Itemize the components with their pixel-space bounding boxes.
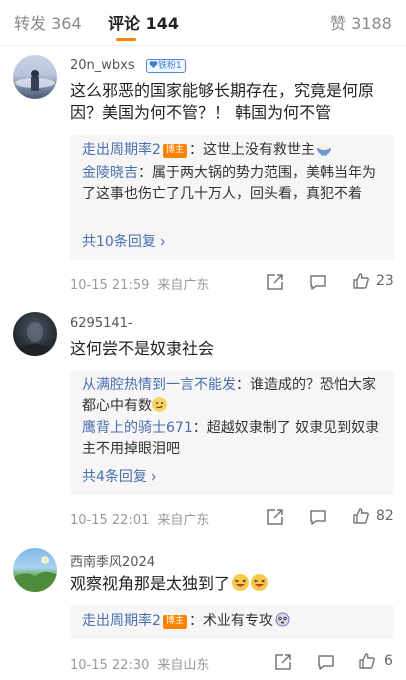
comment-username[interactable]: 西南季风2024 <box>70 551 155 570</box>
tab-likes-label: 赞 <box>330 14 347 33</box>
fan-badge: 铁粉1 <box>146 59 186 73</box>
tab-comments[interactable]: 评论 144 <box>108 10 179 34</box>
more-replies-link[interactable]: 共4条回复 › <box>82 466 157 486</box>
comment-location: 来自山东 <box>157 658 210 673</box>
comment-time: 10-15 22:30 <box>70 658 150 673</box>
laughing-emoji-icon <box>232 574 250 591</box>
reply-text: ：术业有专攻 <box>188 613 273 629</box>
rice-bowl-icon <box>316 144 331 156</box>
reply-item[interactable]: 金陵晓吉：属于两大锅的势力范围，美韩当年为了这事也伤亡了几十万人，回头看，真犯不… <box>82 163 388 205</box>
avatar[interactable] <box>13 55 57 99</box>
reply-box[interactable]: 走出周期率2 博主 ：术业有专攻 <box>70 605 394 639</box>
comment-icon[interactable] <box>317 653 335 671</box>
avatar[interactable] <box>13 312 57 356</box>
heart-icon <box>149 61 158 68</box>
active-tab-indicator <box>116 38 136 41</box>
reply-author[interactable]: 鹰背上的骑士671 <box>82 420 193 436</box>
chevron-right-icon: › <box>150 467 157 487</box>
comment-time: 10-15 22:01 <box>70 513 150 528</box>
tab-likes-count: 3188 <box>351 14 392 33</box>
comment-text: 这么邪恶的国家能够长期存在，究竟是何原因？美国为何不管？！ 韩国为何不管 <box>70 81 375 122</box>
comment-meta: 10-15 22:01 来自广东 <box>70 509 209 528</box>
avatar[interactable] <box>13 548 57 592</box>
reply-item[interactable]: 走出周期率2 博主 ：术业有专攻 <box>82 611 388 632</box>
smirk-emoji-icon <box>152 397 167 412</box>
comment-icon[interactable] <box>309 273 327 291</box>
reply-item[interactable]: 鹰背上的骑士671：超越奴隶制了 奴隶见到奴隶主不用掉眼泪吧 <box>82 418 388 460</box>
chevron-right-icon: › <box>159 232 166 252</box>
comment-text-body: 观察视角那是太独到了 <box>70 574 231 593</box>
tab-likes[interactable]: 赞 3188 <box>330 10 392 34</box>
reply-author[interactable]: 从满腔热情到一言不能发 <box>82 377 236 393</box>
comment-tabs: 转发 364 评论 144 赞 3188 <box>0 0 406 46</box>
tab-reposts-label: 转发 <box>14 14 47 33</box>
comment-time: 10-15 21:59 <box>70 278 150 293</box>
tab-comments-count: 144 <box>145 14 179 33</box>
reply-box[interactable]: 从满腔热情到一言不能发：谁造成的？恐怕大家都心中有数 鹰背上的骑士671：超越奴… <box>70 370 394 495</box>
tab-reposts-count: 364 <box>51 14 82 33</box>
more-replies-link[interactable]: 共10条回复 › <box>82 231 165 251</box>
host-badge: 博主 <box>162 615 187 629</box>
comment-meta: 10-15 22:30 来自山东 <box>70 654 209 673</box>
comment-text: 这何尝不是奴隶社会 <box>70 339 215 358</box>
comment-location: 来自广东 <box>157 278 210 293</box>
like-icon[interactable] <box>358 652 376 670</box>
tab-comments-label: 评论 <box>108 14 141 33</box>
comment-username[interactable]: 20n_wbxs <box>70 58 135 73</box>
reply-author[interactable]: 走出周期率2 <box>82 613 161 629</box>
avatar-image <box>13 556 57 592</box>
share-icon[interactable] <box>266 508 284 526</box>
share-icon[interactable] <box>266 273 284 291</box>
more-replies-label: 共4条回复 <box>82 469 147 485</box>
reply-author[interactable]: 金陵晓吉 <box>82 165 138 181</box>
comment-icon[interactable] <box>309 508 327 526</box>
host-badge: 博主 <box>162 144 187 158</box>
like-count: 6 <box>384 653 393 669</box>
like-icon[interactable] <box>352 272 370 290</box>
reply-author[interactable]: 走出周期率2 <box>82 142 161 158</box>
comment-location: 来自广东 <box>157 513 210 528</box>
reply-item[interactable]: 走出周期率2 博主 ：这世上没有救世主 <box>82 140 388 161</box>
reply-item[interactable]: 从满腔热情到一言不能发：谁造成的？恐怕大家都心中有数 <box>82 375 388 417</box>
comment-text: 观察视角那是太独到了 <box>70 573 395 595</box>
reply-box[interactable]: 走出周期率2 博主 ：这世上没有救世主 金陵晓吉：属于两大锅的势力范围，美韩当年为了… <box>70 135 394 260</box>
like-icon[interactable] <box>352 507 370 525</box>
avatar-image <box>19 322 51 356</box>
avatar-image <box>15 70 55 91</box>
share-icon[interactable] <box>274 653 292 671</box>
tab-reposts[interactable]: 转发 364 <box>14 10 82 34</box>
reply-text: ：这世上没有救世主 <box>188 142 315 158</box>
laughing-emoji-icon <box>251 574 269 591</box>
fan-badge-label: 铁粉1 <box>158 61 182 71</box>
like-count: 82 <box>376 508 394 524</box>
comment-meta: 10-15 21:59 来自广东 <box>70 274 209 293</box>
comment-username[interactable]: 6295141- <box>70 316 133 331</box>
dizzy-emoji-icon <box>274 612 290 627</box>
tabs-divider <box>0 45 406 46</box>
like-count: 23 <box>376 273 394 289</box>
more-replies-label: 共10条回复 <box>82 234 156 250</box>
